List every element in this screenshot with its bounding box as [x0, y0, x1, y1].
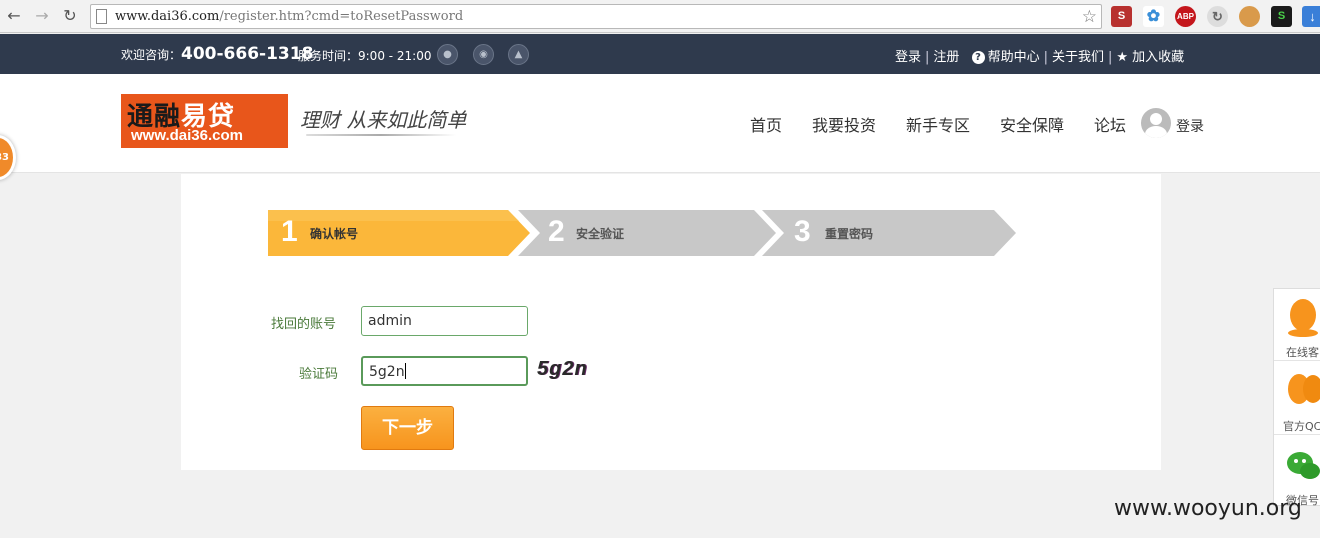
top-login-link[interactable]: 登录 [895, 46, 921, 65]
top-links: 登录 | 注册 ? 帮助中心 | 关于我们 | ★ 加入收藏 [895, 46, 1184, 65]
qq-group-icon [1288, 374, 1320, 404]
header-login-link[interactable]: 登录 [1176, 116, 1204, 136]
slogan: 理财 从来如此简单 [300, 108, 467, 132]
browser-toolbar: ← → ↻ www.dai36.com/register.htm?cmd=toR… [0, 0, 1320, 33]
reset-password-panel: 1 确认帐号 2 安全验证 3 重置密码 找回的账号 admin 验证码 5g2… [181, 174, 1161, 470]
url-text: www.dai36.com/register.htm?cmd=toResetPa… [115, 9, 464, 24]
forward-icon[interactable]: → [32, 6, 52, 26]
sync-icon[interactable]: ↻ [1207, 6, 1228, 27]
nav-newbie[interactable]: 新手专区 [906, 112, 970, 136]
star-icon: ★ [1116, 50, 1129, 65]
top-info-bar: 欢迎咨询： 400-666-1318 服务时间：9:00 - 21:00 ● ◉… [0, 34, 1320, 74]
account-input[interactable]: admin [361, 306, 528, 336]
step-progress: 1 确认帐号 2 安全验证 3 重置密码 [268, 210, 1028, 256]
wechat-icon [1287, 452, 1320, 479]
official-qq[interactable]: 官方QC [1274, 363, 1320, 435]
help-icon: ? [971, 51, 985, 64]
account-label: 找回的账号 [271, 317, 337, 332]
top-register-link[interactable]: 注册 [933, 46, 959, 65]
nav-security[interactable]: 安全保障 [1000, 112, 1064, 136]
phone-number: 400-666-1318 [181, 44, 314, 64]
nav-invest[interactable]: 我要投资 [812, 112, 876, 136]
nav-home[interactable]: 首页 [750, 112, 782, 136]
site-logo[interactable]: 通融易贷 www.dai36.com [121, 94, 288, 148]
nav-forum[interactable]: 论坛 [1094, 112, 1126, 136]
bookmark-star-icon[interactable]: ☆ [1082, 7, 1097, 27]
download-icon[interactable]: ↓ [1302, 6, 1320, 27]
bird-icon[interactable]: ✿ [1143, 6, 1164, 27]
back-icon[interactable]: ← [4, 6, 24, 26]
weibo-icon[interactable]: ◉ [473, 44, 494, 65]
right-float-panel: 在线客 官方QC 微信号 [1273, 288, 1320, 507]
cookie-icon[interactable] [1239, 6, 1260, 27]
watermark: www.wooyun.org [1114, 496, 1302, 521]
s-green-icon[interactable]: S [1271, 6, 1292, 27]
service-hours: 服务时间：9:00 - 21:00 [298, 49, 432, 63]
slogan-underline [306, 134, 456, 136]
step-3: 3 重置密码 [762, 210, 1016, 256]
adblock-icon[interactable]: ABP [1175, 6, 1196, 27]
wechat-icon[interactable]: ● [437, 44, 458, 65]
s-icon[interactable]: S [1111, 6, 1132, 27]
about-link[interactable]: 关于我们 [1052, 46, 1104, 65]
help-link[interactable]: ? 帮助中心 [971, 46, 1040, 65]
qq-icon[interactable]: ▲ [508, 44, 529, 65]
address-bar[interactable]: www.dai36.com/register.htm?cmd=toResetPa… [90, 4, 1102, 29]
captcha-image[interactable]: 5g2n [537, 358, 588, 381]
favorite-link[interactable]: ★ 加入收藏 [1116, 46, 1184, 65]
step-2: 2 安全验证 [518, 210, 776, 256]
avatar[interactable] [1141, 108, 1171, 138]
step-1: 1 确认帐号 [268, 210, 530, 256]
next-step-button[interactable]: 下一步 [361, 406, 454, 450]
captcha-input[interactable]: 5g2n [361, 356, 528, 386]
captcha-label: 验证码 [299, 367, 339, 382]
reload-icon[interactable]: ↻ [60, 6, 80, 26]
online-service[interactable]: 在线客 [1274, 289, 1320, 361]
qq-penguin-icon [1288, 299, 1318, 337]
page-icon [96, 9, 107, 24]
site-header: 通融易贷 www.dai36.com 理财 从来如此简单 首页 我要投资 新手专… [0, 74, 1320, 173]
consult-label: 欢迎咨询： [121, 48, 182, 62]
